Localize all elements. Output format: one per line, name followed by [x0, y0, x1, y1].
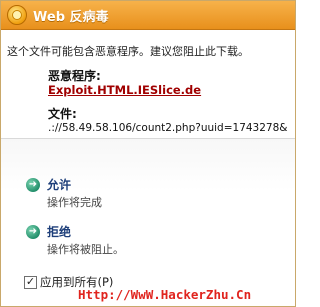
- file-url: .://58.49.58.106/count2.php?uuid=1743278…: [48, 122, 288, 134]
- arrow-right-icon: ➜: [26, 225, 40, 239]
- malware-name-link[interactable]: Exploit.HTML.IESlice.de: [48, 83, 201, 97]
- apply-all-checkbox[interactable]: ✓: [24, 276, 37, 289]
- web-antivirus-dialog: Web 反病毒 这个文件可能包含恶意程序。建议您阻止此下载。 恶意程序: Exp…: [0, 0, 296, 307]
- threat-info-panel: 这个文件可能包含恶意程序。建议您阻止此下载。 恶意程序: Exploit.HTM…: [1, 30, 295, 139]
- action-options: ➜ 允许 操作将完成 ➜ 拒绝 操作将被阻止。: [1, 139, 295, 269]
- allow-action[interactable]: ➜ 允许 操作将完成: [1, 175, 295, 215]
- window-title: Web 反病毒: [33, 10, 109, 25]
- deny-action-title: 拒绝: [47, 225, 72, 239]
- title-bar: Web 反病毒: [1, 1, 295, 30]
- allow-action-title: 允许: [47, 178, 72, 192]
- arrow-right-icon: ➜: [26, 178, 40, 192]
- warning-prompt: 这个文件可能包含恶意程序。建议您阻止此下载。: [7, 45, 249, 58]
- deny-action[interactable]: ➜ 拒绝 操作将被阻止。: [1, 222, 295, 262]
- malware-label: 恶意程序:: [48, 69, 101, 83]
- deny-action-description: 操作将被阻止。: [47, 243, 124, 256]
- file-label: 文件:: [48, 107, 77, 121]
- allow-action-description: 操作将完成: [47, 196, 102, 209]
- watermark-text: Http://WwW.HackerZhu.Cn: [78, 287, 252, 302]
- antivirus-shield-icon: [7, 5, 27, 25]
